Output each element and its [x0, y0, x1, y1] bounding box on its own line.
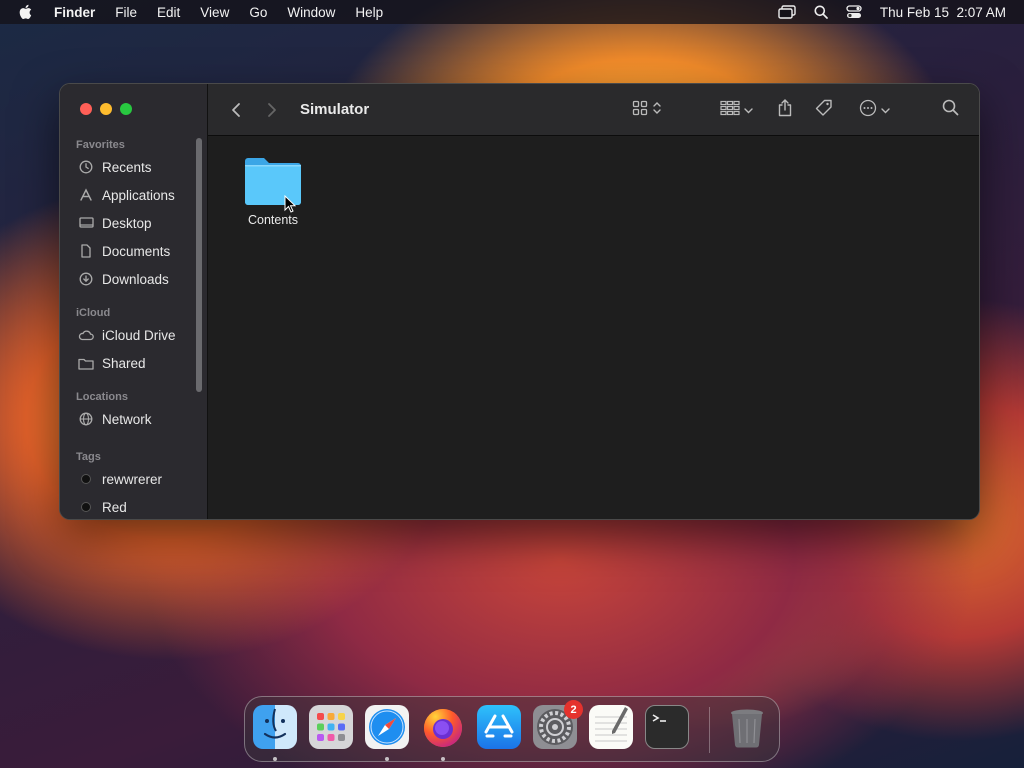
sidebar-item-label: rewwrerer [102, 471, 163, 487]
sidebar-item-shared[interactable]: Shared [60, 349, 208, 377]
icon-view-icon [632, 100, 648, 121]
up-down-chevron-icon [652, 101, 662, 120]
sidebar-item-downloads[interactable]: Downloads [60, 265, 208, 293]
toolbar: Simulator [208, 84, 979, 136]
minimize-button[interactable] [100, 103, 112, 115]
sidebar-item-label: Applications [102, 187, 175, 203]
spotlight-icon[interactable] [814, 5, 828, 19]
forward-icon[interactable] [262, 100, 282, 120]
group-button[interactable] [720, 98, 753, 122]
finder-window: Favorites Recents Applications Desktop D… [59, 83, 980, 520]
tag-button[interactable] [815, 98, 833, 122]
menu-go[interactable]: Go [249, 5, 267, 20]
sidebar-item-label: Downloads [102, 271, 169, 287]
desktop-icon [78, 215, 94, 231]
group-icon [720, 100, 740, 121]
more-actions-icon [859, 99, 877, 122]
menu-window[interactable]: Window [287, 5, 335, 20]
search-button[interactable] [942, 98, 959, 122]
sidebar-item-desktop[interactable]: Desktop [60, 209, 208, 237]
menu-view[interactable]: View [200, 5, 229, 20]
sidebar-item-label: Shared [102, 355, 146, 371]
cloud-icon [78, 327, 94, 343]
file-name: Contents [247, 213, 299, 227]
dock-finder-icon[interactable] [253, 705, 297, 749]
sidebar-section-favorites: Favorites [76, 139, 125, 151]
clock-icon [78, 159, 94, 175]
applications-icon [78, 187, 94, 203]
dock-terminal-icon[interactable] [645, 705, 689, 749]
globe-icon [78, 411, 94, 427]
sidebar-item-label: Recents [102, 159, 152, 175]
window-controls [80, 103, 132, 115]
search-icon [942, 99, 959, 121]
sidebar-item-icloud-drive[interactable]: iCloud Drive [60, 321, 208, 349]
apple-menu-icon[interactable] [18, 0, 34, 24]
share-icon [777, 98, 793, 122]
menu-file[interactable]: File [115, 5, 137, 20]
dock-separator [709, 707, 710, 753]
running-indicator [385, 757, 389, 761]
running-indicator [273, 757, 277, 761]
menu-bar: Finder File Edit View Go Window Help Thu… [0, 0, 1024, 24]
more-actions-button[interactable] [859, 98, 890, 122]
back-icon[interactable] [226, 100, 246, 120]
sidebar-item-documents[interactable]: Documents [60, 237, 208, 265]
tag-dot-icon [78, 471, 94, 487]
notification-badge: 2 [564, 700, 583, 719]
sidebar-item-tag-red[interactable]: Red [60, 493, 208, 519]
mouse-cursor-icon [284, 194, 297, 218]
dock-launchpad-icon[interactable] [309, 705, 353, 749]
menu-edit[interactable]: Edit [157, 5, 180, 20]
sidebar-item-label: Documents [102, 243, 171, 259]
document-icon [78, 243, 94, 259]
chevron-down-icon [744, 101, 753, 119]
sidebar-item-recents[interactable]: Recents [60, 153, 208, 181]
dock: 2 [244, 696, 780, 762]
sidebar-item-tag-rewwrerer[interactable]: rewwrerer [60, 465, 208, 493]
tag-dot-icon [78, 499, 94, 515]
shared-folder-icon [78, 355, 94, 371]
sidebar-item-label: Desktop [102, 215, 152, 231]
sidebar-item-applications[interactable]: Applications [60, 181, 208, 209]
zoom-button[interactable] [120, 103, 132, 115]
menu-help[interactable]: Help [355, 5, 383, 20]
dock-textedit-icon[interactable] [589, 705, 633, 749]
window-title: Simulator [300, 101, 370, 118]
running-indicator [441, 757, 445, 761]
dock-app-store-icon[interactable] [477, 705, 521, 749]
menu-app-name[interactable]: Finder [54, 5, 95, 20]
chevron-down-icon [881, 101, 890, 119]
control-center-icon[interactable] [846, 5, 862, 19]
dock-system-settings-icon[interactable]: 2 [533, 700, 583, 749]
sidebar-scrollbar[interactable] [196, 138, 202, 392]
dock-safari-icon[interactable] [365, 705, 409, 749]
sidebar-item-network[interactable]: Network [60, 405, 208, 433]
sidebar-item-label: Network [102, 411, 152, 427]
sidebar-section-tags: Tags [76, 451, 101, 463]
share-button[interactable] [777, 98, 793, 122]
sidebar-item-label: Red [102, 499, 127, 515]
folder-item[interactable]: Contents [238, 155, 308, 227]
sidebar-section-icloud: iCloud [76, 307, 111, 319]
sidebar-item-label: iCloud Drive [102, 327, 176, 343]
screen-mirroring-icon[interactable] [778, 5, 796, 19]
sidebar-list: Favorites Recents Applications Desktop D… [60, 137, 208, 519]
sidebar: Favorites Recents Applications Desktop D… [60, 84, 208, 519]
dock-trash-icon[interactable] [725, 705, 769, 749]
download-icon [78, 271, 94, 287]
dock-firefox-icon[interactable] [421, 705, 465, 749]
folder-icon [238, 155, 308, 207]
menubar-clock[interactable]: Thu Feb 15 2:07 AM [880, 5, 1006, 20]
sidebar-section-locations: Locations [76, 391, 128, 403]
view-mode-button[interactable] [632, 98, 662, 122]
tag-icon [815, 99, 833, 122]
close-button[interactable] [80, 103, 92, 115]
file-browser: Contents [208, 137, 979, 519]
